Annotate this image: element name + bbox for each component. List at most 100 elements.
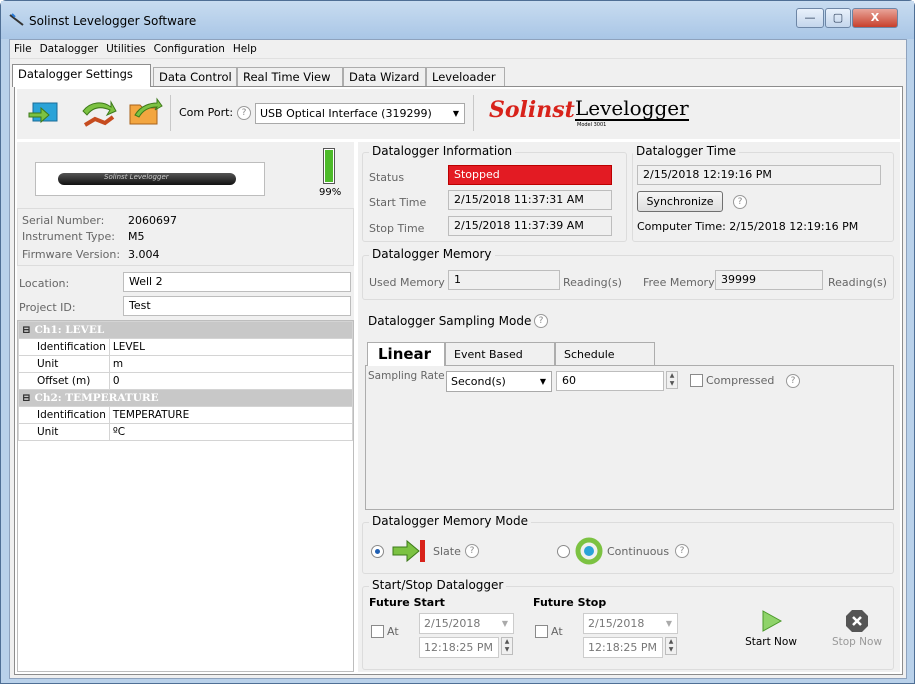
solinst-logo: Solinst	[489, 97, 575, 123]
sampling-rate-unit-select[interactable]: Second(s) ▼	[446, 371, 552, 392]
memory-mode-title: Datalogger Memory Mode	[369, 514, 532, 528]
tab-datalogger-settings[interactable]: Datalogger Settings	[12, 64, 151, 87]
start-now-button[interactable]: Start Now	[741, 609, 801, 665]
property-row[interactable]: Unit m	[18, 355, 354, 373]
synchronize-button[interactable]: Synchronize	[637, 191, 723, 212]
property-row[interactable]: Identification TEMPERATURE	[18, 406, 354, 424]
stop-now-button[interactable]: Stop Now	[827, 609, 887, 665]
free-memory-label: Free Memory	[643, 276, 715, 289]
toolbar-separator	[170, 95, 171, 131]
menu-datalogger[interactable]: Datalogger	[36, 40, 103, 55]
close-button[interactable]: X	[852, 8, 898, 28]
continuous-help-icon[interactable]: ?	[675, 544, 689, 558]
datalogger-memory-title: Datalogger Memory	[369, 247, 495, 261]
future-start-checkbox[interactable]	[371, 625, 384, 638]
channel-title: Ch2: TEMPERATURE	[34, 392, 159, 404]
property-value[interactable]: 0	[108, 372, 354, 390]
slate-radio[interactable]	[371, 545, 384, 558]
channel-category-row[interactable]: ⊟ Ch2: TEMPERATURE	[18, 389, 353, 407]
compressed-help-icon[interactable]: ?	[786, 374, 800, 388]
property-value[interactable]: LEVEL	[108, 338, 354, 356]
future-stop-date[interactable]: 2/15/2018 ▼	[583, 613, 678, 634]
sampling-mode-tabs: Linear Event Based Schedule Sampling Rat…	[365, 342, 894, 510]
used-memory-label: Used Memory	[369, 276, 445, 289]
continuous-radio[interactable]	[557, 545, 570, 558]
menu-configuration[interactable]: Configuration	[150, 40, 229, 55]
start-stop-group: Start/Stop Datalogger Future Start At 2/…	[362, 578, 894, 670]
open-file-icon[interactable]	[127, 97, 163, 127]
app-icon	[9, 13, 24, 26]
future-start-date[interactable]: 2/15/2018 ▼	[419, 613, 514, 634]
sampling-mode-help-icon[interactable]: ?	[534, 314, 548, 328]
future-start-time-stepper[interactable]: ▲ ▼	[501, 637, 513, 655]
collapse-icon[interactable]: ⊟	[22, 392, 34, 404]
menu-help[interactable]: Help	[229, 40, 261, 55]
menu-utilities[interactable]: Utilities	[102, 40, 150, 55]
datalogger-time-title: Datalogger Time	[633, 144, 740, 158]
property-name: Offset (m)	[18, 372, 110, 390]
program-settings-icon[interactable]	[81, 97, 117, 127]
tab-event-based[interactable]: Event Based	[445, 342, 555, 366]
serial-label: Serial Number:	[22, 214, 105, 227]
computer-time: Computer Time: 2/15/2018 12:19:16 PM	[637, 220, 859, 233]
property-value[interactable]: m	[108, 355, 354, 373]
app-window: Solinst Levelogger Software — ▢ X File Da…	[0, 0, 915, 684]
used-memory-unit: Reading(s)	[563, 276, 622, 289]
tab-schedule[interactable]: Schedule	[555, 342, 655, 366]
battery-percent: 99%	[319, 187, 342, 198]
tab-data-control[interactable]: Data Control	[153, 67, 237, 86]
chevron-down-icon: ▼	[452, 109, 460, 118]
stop-now-label: Stop Now	[831, 636, 883, 648]
com-port-label: Com Port:	[179, 106, 234, 119]
com-port-select[interactable]: USB Optical Interface (319299) ▼	[255, 103, 465, 124]
channel-category-row[interactable]: ⊟ Ch1: LEVEL	[18, 321, 353, 339]
property-name: Unit	[18, 423, 110, 441]
property-row[interactable]: Unit ºC	[18, 423, 354, 441]
sampling-mode-title: Datalogger Sampling Mode	[368, 314, 532, 328]
device-image: Solinst Levelogger	[35, 162, 265, 196]
maximize-button[interactable]: ▢	[825, 8, 851, 28]
sampling-rate-input[interactable]: 60	[556, 371, 664, 391]
menu-file[interactable]: File	[10, 40, 36, 55]
start-now-label: Start Now	[745, 636, 797, 648]
future-stop-time[interactable]: 12:18:25 PM	[583, 637, 663, 658]
instrument-label: Instrument Type:	[22, 230, 115, 243]
tab-data-wizard[interactable]: Data Wizard	[343, 67, 426, 86]
future-stop-time-stepper[interactable]: ▲ ▼	[665, 637, 677, 655]
datalogger-information-title: Datalogger Information	[369, 144, 516, 158]
continuous-mode-icon	[575, 537, 603, 565]
settings-page: Com Port: ? USB Optical Interface (31929…	[14, 86, 903, 675]
window-title: Solinst Levelogger Software	[29, 14, 197, 28]
menu-bar: File Datalogger Utilities Configuration Help	[10, 40, 906, 59]
sampling-rate-stepper[interactable]: ▲ ▼	[666, 371, 678, 389]
minimize-button[interactable]: —	[796, 8, 824, 28]
com-port-help-icon[interactable]: ?	[237, 106, 251, 120]
future-start-label: Future Start	[369, 596, 445, 609]
property-value[interactable]: ºC	[108, 423, 354, 441]
title-bar: Solinst Levelogger Software — ▢ X	[1, 1, 914, 39]
project-label: Project ID:	[19, 301, 76, 314]
levelogger-logo: Levelogger	[575, 96, 689, 121]
retrieve-settings-icon[interactable]	[27, 97, 63, 127]
stop-icon	[846, 610, 868, 632]
slate-help-icon[interactable]: ?	[465, 544, 479, 558]
collapse-icon[interactable]: ⊟	[22, 324, 34, 336]
tab-leveloader[interactable]: Leveloader	[426, 67, 505, 86]
property-name: Identification	[18, 338, 110, 356]
tab-real-time-view[interactable]: Real Time View	[237, 67, 343, 86]
property-row[interactable]: Offset (m) 0	[18, 372, 354, 390]
property-name: Unit	[18, 355, 110, 373]
synchronize-help-icon[interactable]: ?	[733, 195, 747, 209]
compressed-checkbox[interactable]	[690, 374, 703, 387]
firmware-value: 3.004	[128, 248, 160, 261]
tab-linear[interactable]: Linear	[367, 342, 445, 366]
channel-property-grid: ⊟ Ch1: LEVEL Identification LEVEL Unit m Offs…	[17, 320, 354, 672]
future-start-time[interactable]: 12:18:25 PM	[419, 637, 499, 658]
future-stop-checkbox[interactable]	[535, 625, 548, 638]
slate-mode-icon	[392, 539, 425, 563]
property-value[interactable]: TEMPERATURE	[108, 406, 354, 424]
property-row[interactable]: Identification LEVEL	[18, 338, 354, 356]
memory-mode-group: Datalogger Memory Mode Slate ? Continuou…	[362, 514, 894, 574]
location-input[interactable]: Well 2	[123, 272, 351, 292]
project-id-input[interactable]: Test	[123, 296, 351, 316]
